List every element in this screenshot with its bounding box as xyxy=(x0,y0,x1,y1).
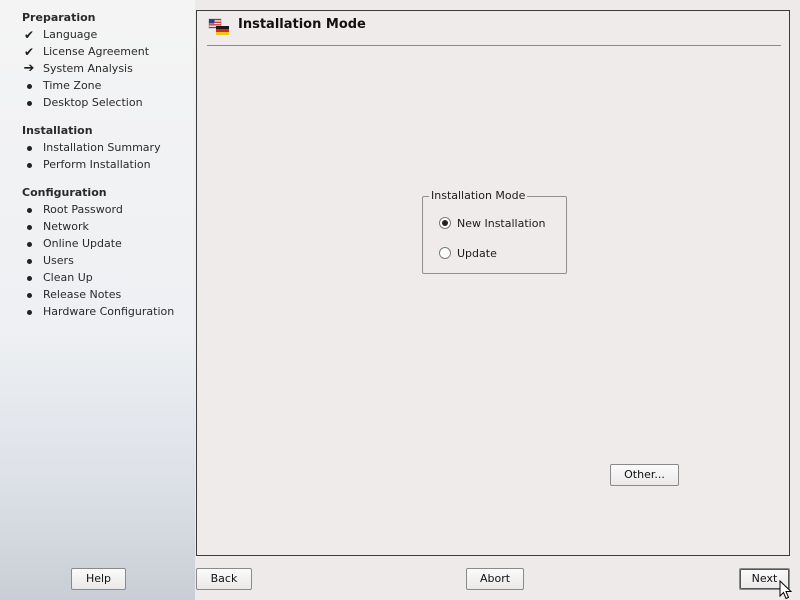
step-label: Perform Installation xyxy=(43,158,151,171)
flags-icon xyxy=(208,18,229,35)
step-label: Hardware Configuration xyxy=(43,305,175,318)
bullet-icon xyxy=(22,202,36,218)
step-license-agreement: ✔ License Agreement xyxy=(22,44,192,60)
bullet-icon xyxy=(22,140,36,156)
section-title-installation: Installation xyxy=(22,124,93,137)
step-perform-installation: Perform Installation xyxy=(22,157,192,173)
step-installation-summary: Installation Summary xyxy=(22,140,192,156)
step-label: Network xyxy=(43,220,89,233)
abort-button[interactable]: Abort xyxy=(466,568,524,590)
step-label: System Analysis xyxy=(43,62,133,75)
step-label: Users xyxy=(43,254,74,267)
step-system-analysis: ➔ System Analysis xyxy=(22,61,192,77)
step-label: License Agreement xyxy=(43,45,150,58)
bullet-icon xyxy=(22,270,36,286)
step-network: Network xyxy=(22,219,192,235)
bullet-icon xyxy=(22,157,36,173)
step-label: Release Notes xyxy=(43,288,122,301)
step-language: ✔ Language xyxy=(22,27,192,43)
bullet-icon xyxy=(22,78,36,94)
radio-button-selected[interactable] xyxy=(439,217,451,229)
other-button[interactable]: Other... xyxy=(610,464,679,486)
bullet-icon xyxy=(22,304,36,320)
step-label: Time Zone xyxy=(43,79,102,92)
check-icon: ✔ xyxy=(23,28,35,42)
mouse-pointer-icon xyxy=(779,580,793,600)
step-hardware-configuration: Hardware Configuration xyxy=(22,304,192,320)
bullet-icon xyxy=(22,253,36,269)
help-button[interactable]: Help xyxy=(71,568,126,590)
step-desktop-selection: Desktop Selection xyxy=(22,95,192,111)
radio-label: Update xyxy=(457,247,497,260)
bullet-icon xyxy=(22,287,36,303)
bullet-icon xyxy=(22,219,36,235)
arrow-right-icon: ➔ xyxy=(23,61,35,76)
radio-button[interactable] xyxy=(439,247,451,259)
step-release-notes: Release Notes xyxy=(22,287,192,303)
step-label: Online Update xyxy=(43,237,122,250)
step-label: Language xyxy=(43,28,98,41)
step-root-password: Root Password xyxy=(22,202,192,218)
title-divider xyxy=(207,45,781,46)
radio-label: New Installation xyxy=(457,217,546,230)
check-icon: ✔ xyxy=(23,45,35,59)
bullet-icon xyxy=(22,95,36,111)
step-online-update: Online Update xyxy=(22,236,192,252)
section-title-configuration: Configuration xyxy=(22,186,107,199)
step-label: Desktop Selection xyxy=(43,96,143,109)
step-label: Installation Summary xyxy=(43,141,161,154)
step-clean-up: Clean Up xyxy=(22,270,192,286)
step-label: Clean Up xyxy=(43,271,93,284)
page-title: Installation Mode xyxy=(238,17,366,32)
back-button[interactable]: Back xyxy=(196,568,252,590)
content-panel: Installation Mode Installation Mode New … xyxy=(196,10,790,556)
steps-sidebar: Preparation ✔ Language ✔ License Agreeme… xyxy=(0,0,195,600)
step-time-zone: Time Zone xyxy=(22,78,192,94)
step-label: Root Password xyxy=(43,203,123,216)
installation-mode-legend: Installation Mode xyxy=(429,189,528,202)
section-title-preparation: Preparation xyxy=(22,11,96,24)
bullet-icon xyxy=(22,236,36,252)
installation-mode-group: Installation Mode New Installation Updat… xyxy=(422,189,567,274)
step-users: Users xyxy=(22,253,192,269)
